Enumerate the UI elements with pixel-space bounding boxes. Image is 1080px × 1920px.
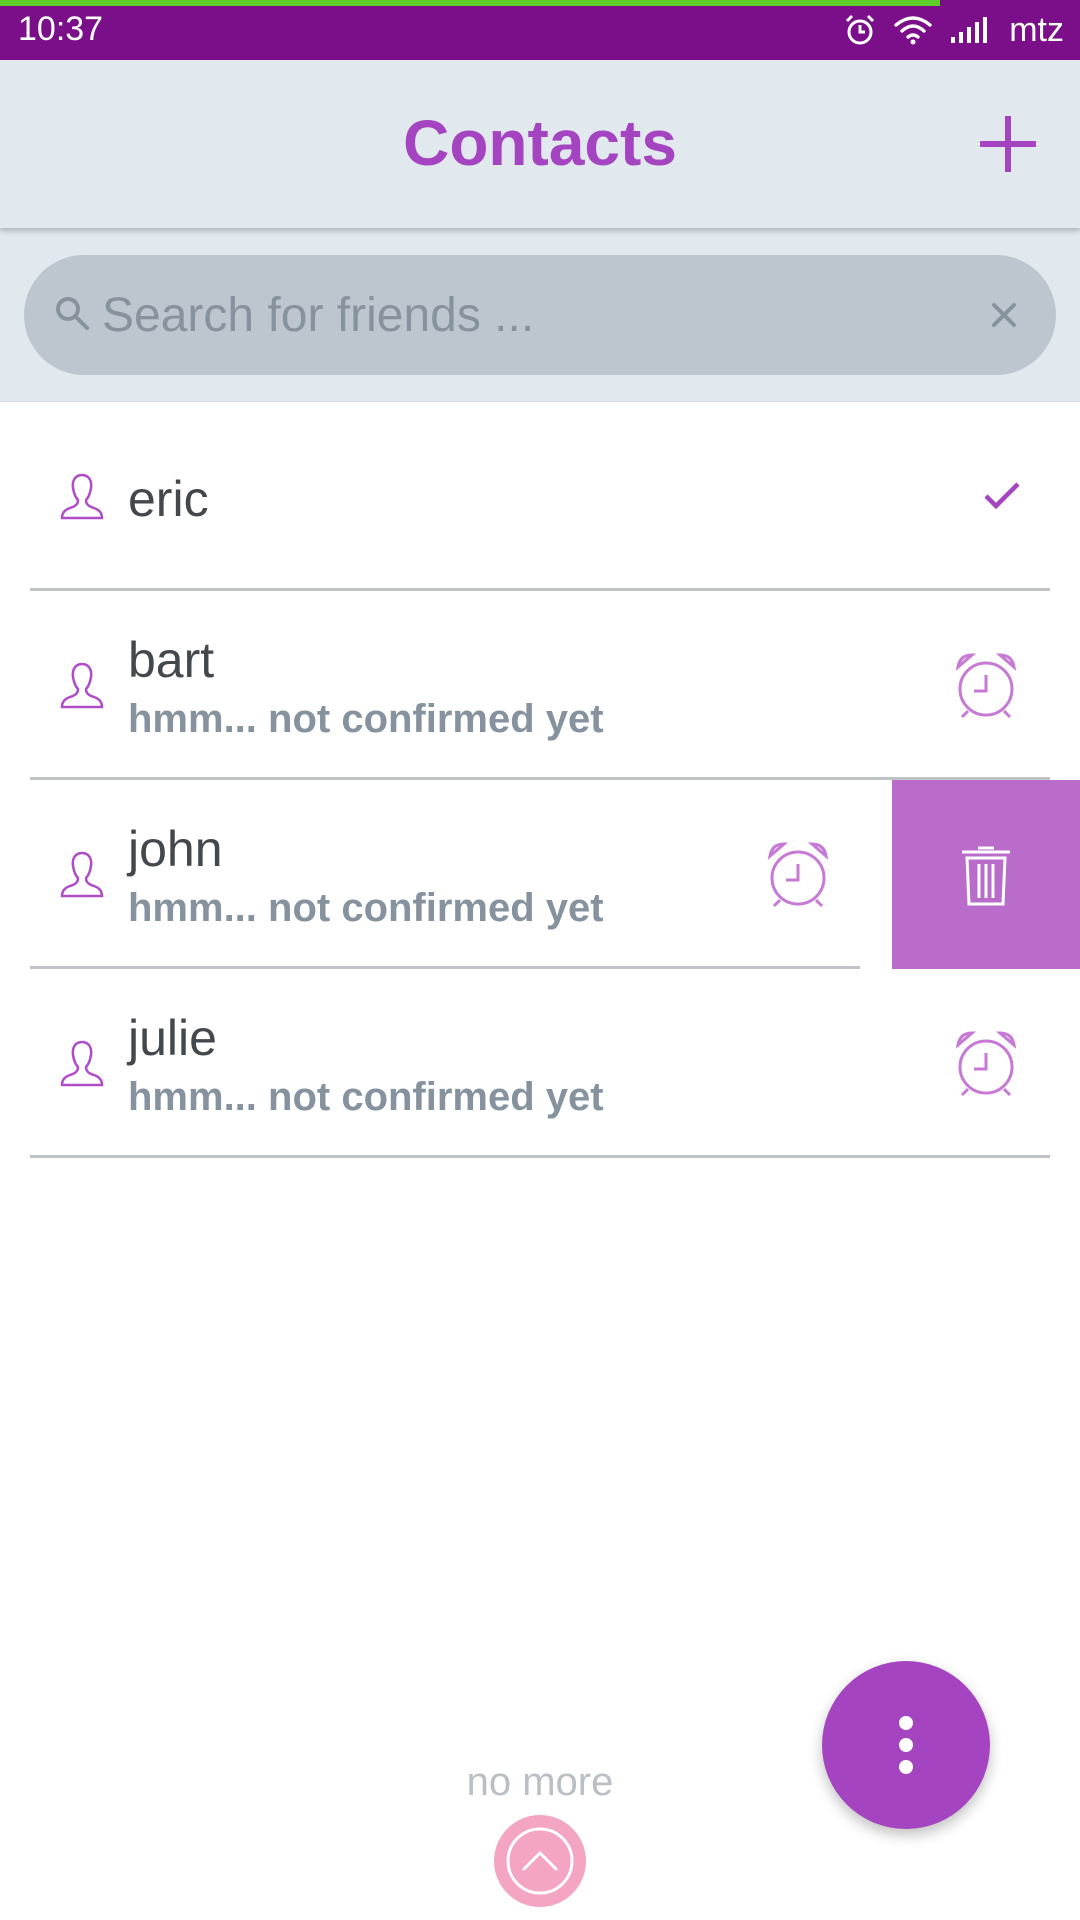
person-icon — [58, 1039, 106, 1092]
contact-status-text: hmm... not confirmed yet — [128, 697, 604, 741]
chevron-up-icon — [506, 1827, 574, 1895]
alarm-icon — [843, 13, 877, 47]
contact-name: john — [128, 821, 223, 877]
more-options-button[interactable] — [822, 1661, 990, 1829]
check-icon — [982, 478, 1022, 517]
search-input[interactable] — [102, 275, 962, 355]
search-icon — [52, 293, 92, 338]
person-icon — [58, 661, 106, 714]
contacts-screen: 10:37 mtz Contacts Search for friends ..… — [0, 0, 1080, 1920]
contact-name: julie — [128, 1010, 217, 1066]
add-contact-button[interactable] — [968, 104, 1048, 184]
alarm-clock-icon — [950, 1027, 1022, 1104]
row-divider — [30, 1155, 1050, 1158]
more-vertical-icon — [899, 1716, 913, 1730]
person-icon — [58, 850, 106, 903]
app-header: Contacts — [0, 60, 1080, 228]
trash-icon — [962, 846, 1010, 905]
contact-name: bart — [128, 632, 215, 688]
contact-row-bart[interactable]: bart hmm... not confirmed yet — [0, 591, 1080, 780]
contact-status-text: hmm... not confirmed yet — [128, 886, 604, 930]
status-icons: mtz — [843, 8, 1064, 52]
alarm-clock-icon — [762, 838, 834, 915]
page-load-progress — [0, 0, 940, 6]
contact-status-text: hmm... not confirmed yet — [128, 1075, 604, 1119]
contact-name: eric — [128, 471, 209, 527]
alarm-clock-icon — [950, 649, 1022, 726]
plus-icon — [980, 116, 1036, 172]
close-icon[interactable] — [982, 293, 1026, 337]
status-bar: 10:37 mtz — [0, 0, 1080, 60]
scroll-to-top-button[interactable] — [494, 1815, 586, 1907]
carrier-name: mtz — [1009, 10, 1064, 49]
wifi-icon — [893, 14, 933, 46]
status-time: 10:37 — [18, 10, 104, 48]
page-title: Contacts — [403, 107, 677, 179]
contact-row-eric[interactable]: eric — [0, 402, 1080, 591]
person-icon — [58, 472, 106, 525]
search-bar — [24, 255, 1056, 375]
search-bar-container — [0, 228, 1080, 402]
signal-icon — [949, 15, 989, 45]
contact-row-julie[interactable]: julie hmm... not confirmed yet — [0, 969, 1080, 1158]
delete-contact-button[interactable] — [892, 780, 1080, 969]
contact-row-john[interactable]: john hmm... not confirmed yet — [0, 780, 1080, 969]
